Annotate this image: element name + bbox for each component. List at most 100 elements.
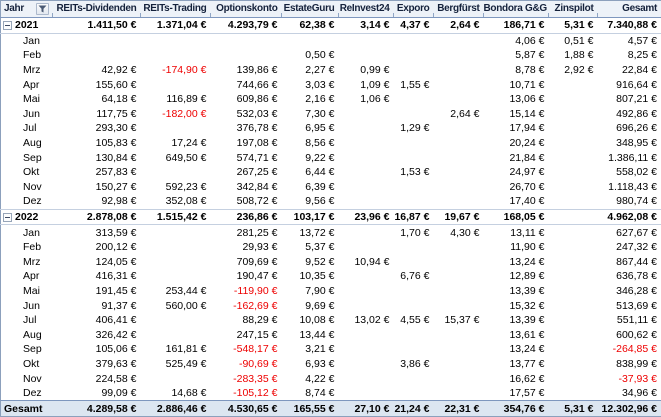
value-cell: 807,21 € xyxy=(598,92,661,107)
value-cell: 5,37 € xyxy=(282,240,339,255)
month-row-2022-jun: Jun91,37 €560,00 €-162,69 €9,69 €15,32 €… xyxy=(1,298,661,313)
value-cell: 600,62 € xyxy=(598,327,661,342)
grand-total-cell: 21,24 € xyxy=(394,401,434,417)
value-cell xyxy=(394,63,434,78)
value-cell xyxy=(394,48,434,63)
value-cell xyxy=(549,150,598,165)
year-label-cell[interactable]: 2021 xyxy=(1,18,53,34)
month-row-2022-apr: Apr416,31 €190,47 €10,35 €6,76 €12,89 €6… xyxy=(1,269,661,284)
year-label-cell[interactable]: 2022 xyxy=(1,209,53,225)
value-cell: 2,64 € xyxy=(434,107,484,122)
value-cell xyxy=(434,371,484,386)
value-cell: 130,84 € xyxy=(53,150,141,165)
value-cell: 6,44 € xyxy=(282,165,339,180)
month-label: Apr xyxy=(1,269,53,284)
value-cell xyxy=(434,136,484,151)
value-cell: 26,70 € xyxy=(484,180,549,195)
value-cell: 91,37 € xyxy=(53,298,141,313)
year-total-cell: 1.515,42 € xyxy=(141,209,211,225)
month-row-2022-jan: Jan313,59 €281,25 €13,72 €1,70 €4,30 €13… xyxy=(1,225,661,240)
value-cell: 348,95 € xyxy=(598,136,661,151)
value-cell: 8,56 € xyxy=(282,136,339,151)
filter-icon[interactable] xyxy=(36,3,49,15)
collapse-icon[interactable] xyxy=(3,213,12,222)
value-cell: 0,51 € xyxy=(549,33,598,48)
month-label: Mai xyxy=(1,284,53,299)
value-cell: 3,03 € xyxy=(282,77,339,92)
value-cell xyxy=(549,136,598,151)
value-cell: 8,25 € xyxy=(598,48,661,63)
value-cell: 6,39 € xyxy=(282,180,339,195)
value-cell: 29,93 € xyxy=(211,240,282,255)
month-label: Jun xyxy=(1,107,53,122)
value-cell: 346,28 € xyxy=(598,284,661,299)
value-cell xyxy=(394,150,434,165)
value-cell: 92,98 € xyxy=(53,194,141,209)
value-cell xyxy=(141,240,211,255)
value-cell xyxy=(549,92,598,107)
value-cell: 197,08 € xyxy=(211,136,282,151)
value-cell xyxy=(282,33,339,48)
value-cell xyxy=(434,327,484,342)
value-cell: 257,83 € xyxy=(53,165,141,180)
value-cell xyxy=(339,284,394,299)
grand-total-label: Gesamt xyxy=(1,401,53,417)
value-cell: 293,30 € xyxy=(53,121,141,136)
value-cell: 13,77 € xyxy=(484,357,549,372)
column-header-exporo: Exporo xyxy=(394,1,434,18)
collapse-icon[interactable] xyxy=(3,21,12,30)
value-cell: 636,78 € xyxy=(598,269,661,284)
value-cell: 406,41 € xyxy=(53,313,141,328)
value-cell xyxy=(339,371,394,386)
value-cell xyxy=(339,225,394,240)
header-row: Jahr REITs-DividendenREITs-TradingOption… xyxy=(1,1,661,18)
value-cell: 7,90 € xyxy=(282,284,339,299)
column-header-zinspilot: Zinspilot xyxy=(549,1,598,18)
value-cell: 4,57 € xyxy=(598,33,661,48)
year-total-cell: 5,31 € xyxy=(549,18,598,34)
value-cell xyxy=(141,269,211,284)
value-cell: 6,93 € xyxy=(282,357,339,372)
value-cell xyxy=(394,107,434,122)
value-cell: -264,85 € xyxy=(598,342,661,357)
value-cell: 99,09 € xyxy=(53,386,141,401)
value-cell xyxy=(394,327,434,342)
value-cell: 709,69 € xyxy=(211,255,282,270)
month-row-2021-mai: Mai64,18 €116,89 €609,86 €2,16 €1,06 €13… xyxy=(1,92,661,107)
funnel-glyph xyxy=(38,5,47,13)
value-cell: 8,74 € xyxy=(282,386,339,401)
year-total-cell: 1.371,04 € xyxy=(141,18,211,34)
value-cell xyxy=(434,63,484,78)
value-cell xyxy=(549,180,598,195)
grand-total-cell: 22,31 € xyxy=(434,401,484,417)
value-cell xyxy=(549,298,598,313)
value-cell xyxy=(339,180,394,195)
value-cell xyxy=(434,386,484,401)
value-cell: 4,22 € xyxy=(282,371,339,386)
year-row-2022: 20222.878,08 €1.515,42 €236,86 €103,17 €… xyxy=(1,209,661,225)
value-cell: 1,55 € xyxy=(394,77,434,92)
value-cell: 867,44 € xyxy=(598,255,661,270)
value-cell: 191,45 € xyxy=(53,284,141,299)
value-cell: 17,40 € xyxy=(484,194,549,209)
value-cell: 2,27 € xyxy=(282,63,339,78)
value-cell: 560,00 € xyxy=(141,298,211,313)
value-cell: -90,69 € xyxy=(211,357,282,372)
value-cell: 155,60 € xyxy=(53,77,141,92)
value-cell xyxy=(434,269,484,284)
value-cell: 4,55 € xyxy=(394,313,434,328)
month-label: Jul xyxy=(1,121,53,136)
value-cell: 9,22 € xyxy=(282,150,339,165)
value-cell: 13,24 € xyxy=(484,255,549,270)
value-cell: 105,06 € xyxy=(53,342,141,357)
value-cell xyxy=(394,136,434,151)
value-cell: 838,99 € xyxy=(598,357,661,372)
value-cell xyxy=(141,371,211,386)
value-cell: 13,39 € xyxy=(484,313,549,328)
value-cell xyxy=(549,313,598,328)
value-cell xyxy=(434,240,484,255)
month-label: Mrz xyxy=(1,63,53,78)
value-cell: 13,72 € xyxy=(282,225,339,240)
year-total-cell: 2.878,08 € xyxy=(53,209,141,225)
year-total-cell: 2,64 € xyxy=(434,18,484,34)
